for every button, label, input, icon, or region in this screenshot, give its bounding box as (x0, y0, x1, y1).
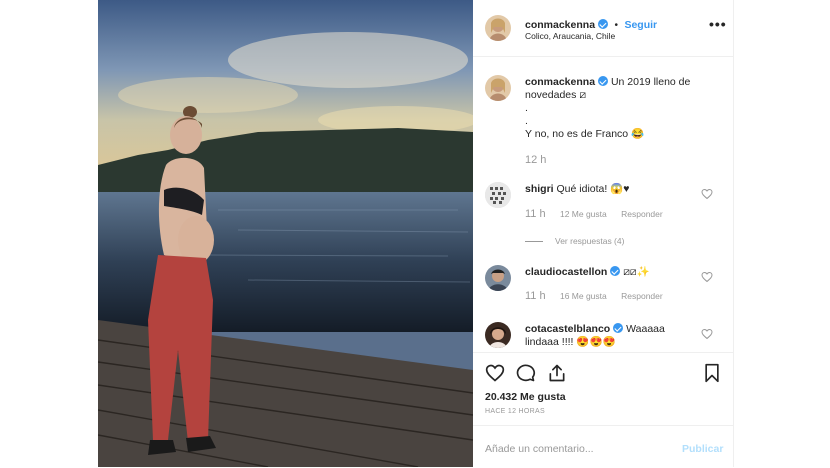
caption: conmackenna Un 2019 lleno de novedades ⧄… (525, 76, 695, 141)
caption-dot: . (525, 102, 528, 114)
post-location[interactable]: Colico, Araucania, Chile (525, 31, 615, 41)
comment-likes[interactable]: 16 Me gusta (560, 291, 607, 301)
caption-meta: 12 h (525, 154, 558, 166)
comment-time[interactable]: 11 h (525, 290, 546, 302)
bookmark-icon[interactable] (703, 363, 721, 383)
comment: cotacastelblanco Waaaaa lindaaa !!!! 😍😍😍 (525, 323, 695, 349)
view-replies-label[interactable]: Ver respuestas (4) (555, 236, 624, 246)
comment-icon[interactable] (516, 363, 536, 383)
verified-icon (598, 76, 609, 86)
reply-button[interactable]: Responder (621, 209, 663, 219)
comment-username[interactable]: cotacastelblanco (525, 323, 610, 335)
view-replies-button[interactable]: Ver respuestas (4) (525, 236, 624, 246)
more-icon[interactable]: ••• (709, 16, 727, 32)
post-photo[interactable] (98, 0, 473, 467)
verified-icon (613, 323, 624, 333)
caption-text-2: Y no, no es de Franco 😂 (525, 128, 645, 140)
add-comment-bar: Añade un comentario... Publicar (473, 425, 733, 468)
author-username[interactable]: conmackenna (525, 19, 595, 31)
post-timestamp[interactable]: HACE 12 HORAS (485, 408, 545, 415)
follow-button[interactable]: Seguir (624, 19, 657, 31)
verified-icon (598, 19, 609, 29)
commenter-avatar[interactable] (485, 182, 511, 208)
likes-count[interactable]: 20.432 Me gusta (485, 391, 566, 403)
heart-icon[interactable] (701, 188, 713, 200)
comment-username[interactable]: shigri (525, 183, 554, 195)
comment-meta: 11 h 16 Me gusta Responder (525, 290, 663, 302)
comment-meta: 11 h 12 Me gusta Responder (525, 208, 663, 220)
author-avatar[interactable] (485, 15, 511, 41)
comment: shigri Qué idiota! 😱♥ (525, 183, 695, 196)
caption-emoji: ⧄ (579, 89, 586, 101)
share-icon[interactable] (547, 363, 567, 383)
heart-icon[interactable] (701, 271, 713, 283)
post-header: conmackenna • Seguir Colico, Araucania, … (473, 0, 733, 57)
verified-icon (610, 266, 621, 276)
add-comment-input[interactable]: Añade un comentario... (485, 443, 594, 455)
post-panel: conmackenna • Seguir Colico, Araucania, … (473, 0, 734, 467)
publish-button[interactable]: Publicar (682, 443, 723, 455)
commenter-avatar[interactable] (485, 265, 511, 291)
caption-username[interactable]: conmackenna (525, 76, 595, 88)
caption-time[interactable]: 12 h (525, 154, 546, 166)
comment-username[interactable]: claudiocastellon (525, 266, 607, 278)
reply-button[interactable]: Responder (621, 291, 663, 301)
commenter-avatar[interactable] (485, 322, 511, 348)
replies-divider (525, 241, 543, 243)
separator-dot: • (614, 20, 618, 31)
caption-dot: . (525, 115, 528, 127)
comment: claudiocastellon ⧄⧄✨ (525, 266, 695, 279)
heart-icon[interactable] (701, 328, 713, 340)
comment-text: Qué idiota! 😱♥ (556, 183, 630, 195)
heart-icon[interactable] (485, 363, 505, 383)
caption-avatar[interactable] (485, 75, 511, 101)
comment-time[interactable]: 11 h (525, 208, 546, 220)
comment-likes[interactable]: 12 Me gusta (560, 209, 607, 219)
comment-text: ⧄⧄✨ (623, 266, 650, 278)
